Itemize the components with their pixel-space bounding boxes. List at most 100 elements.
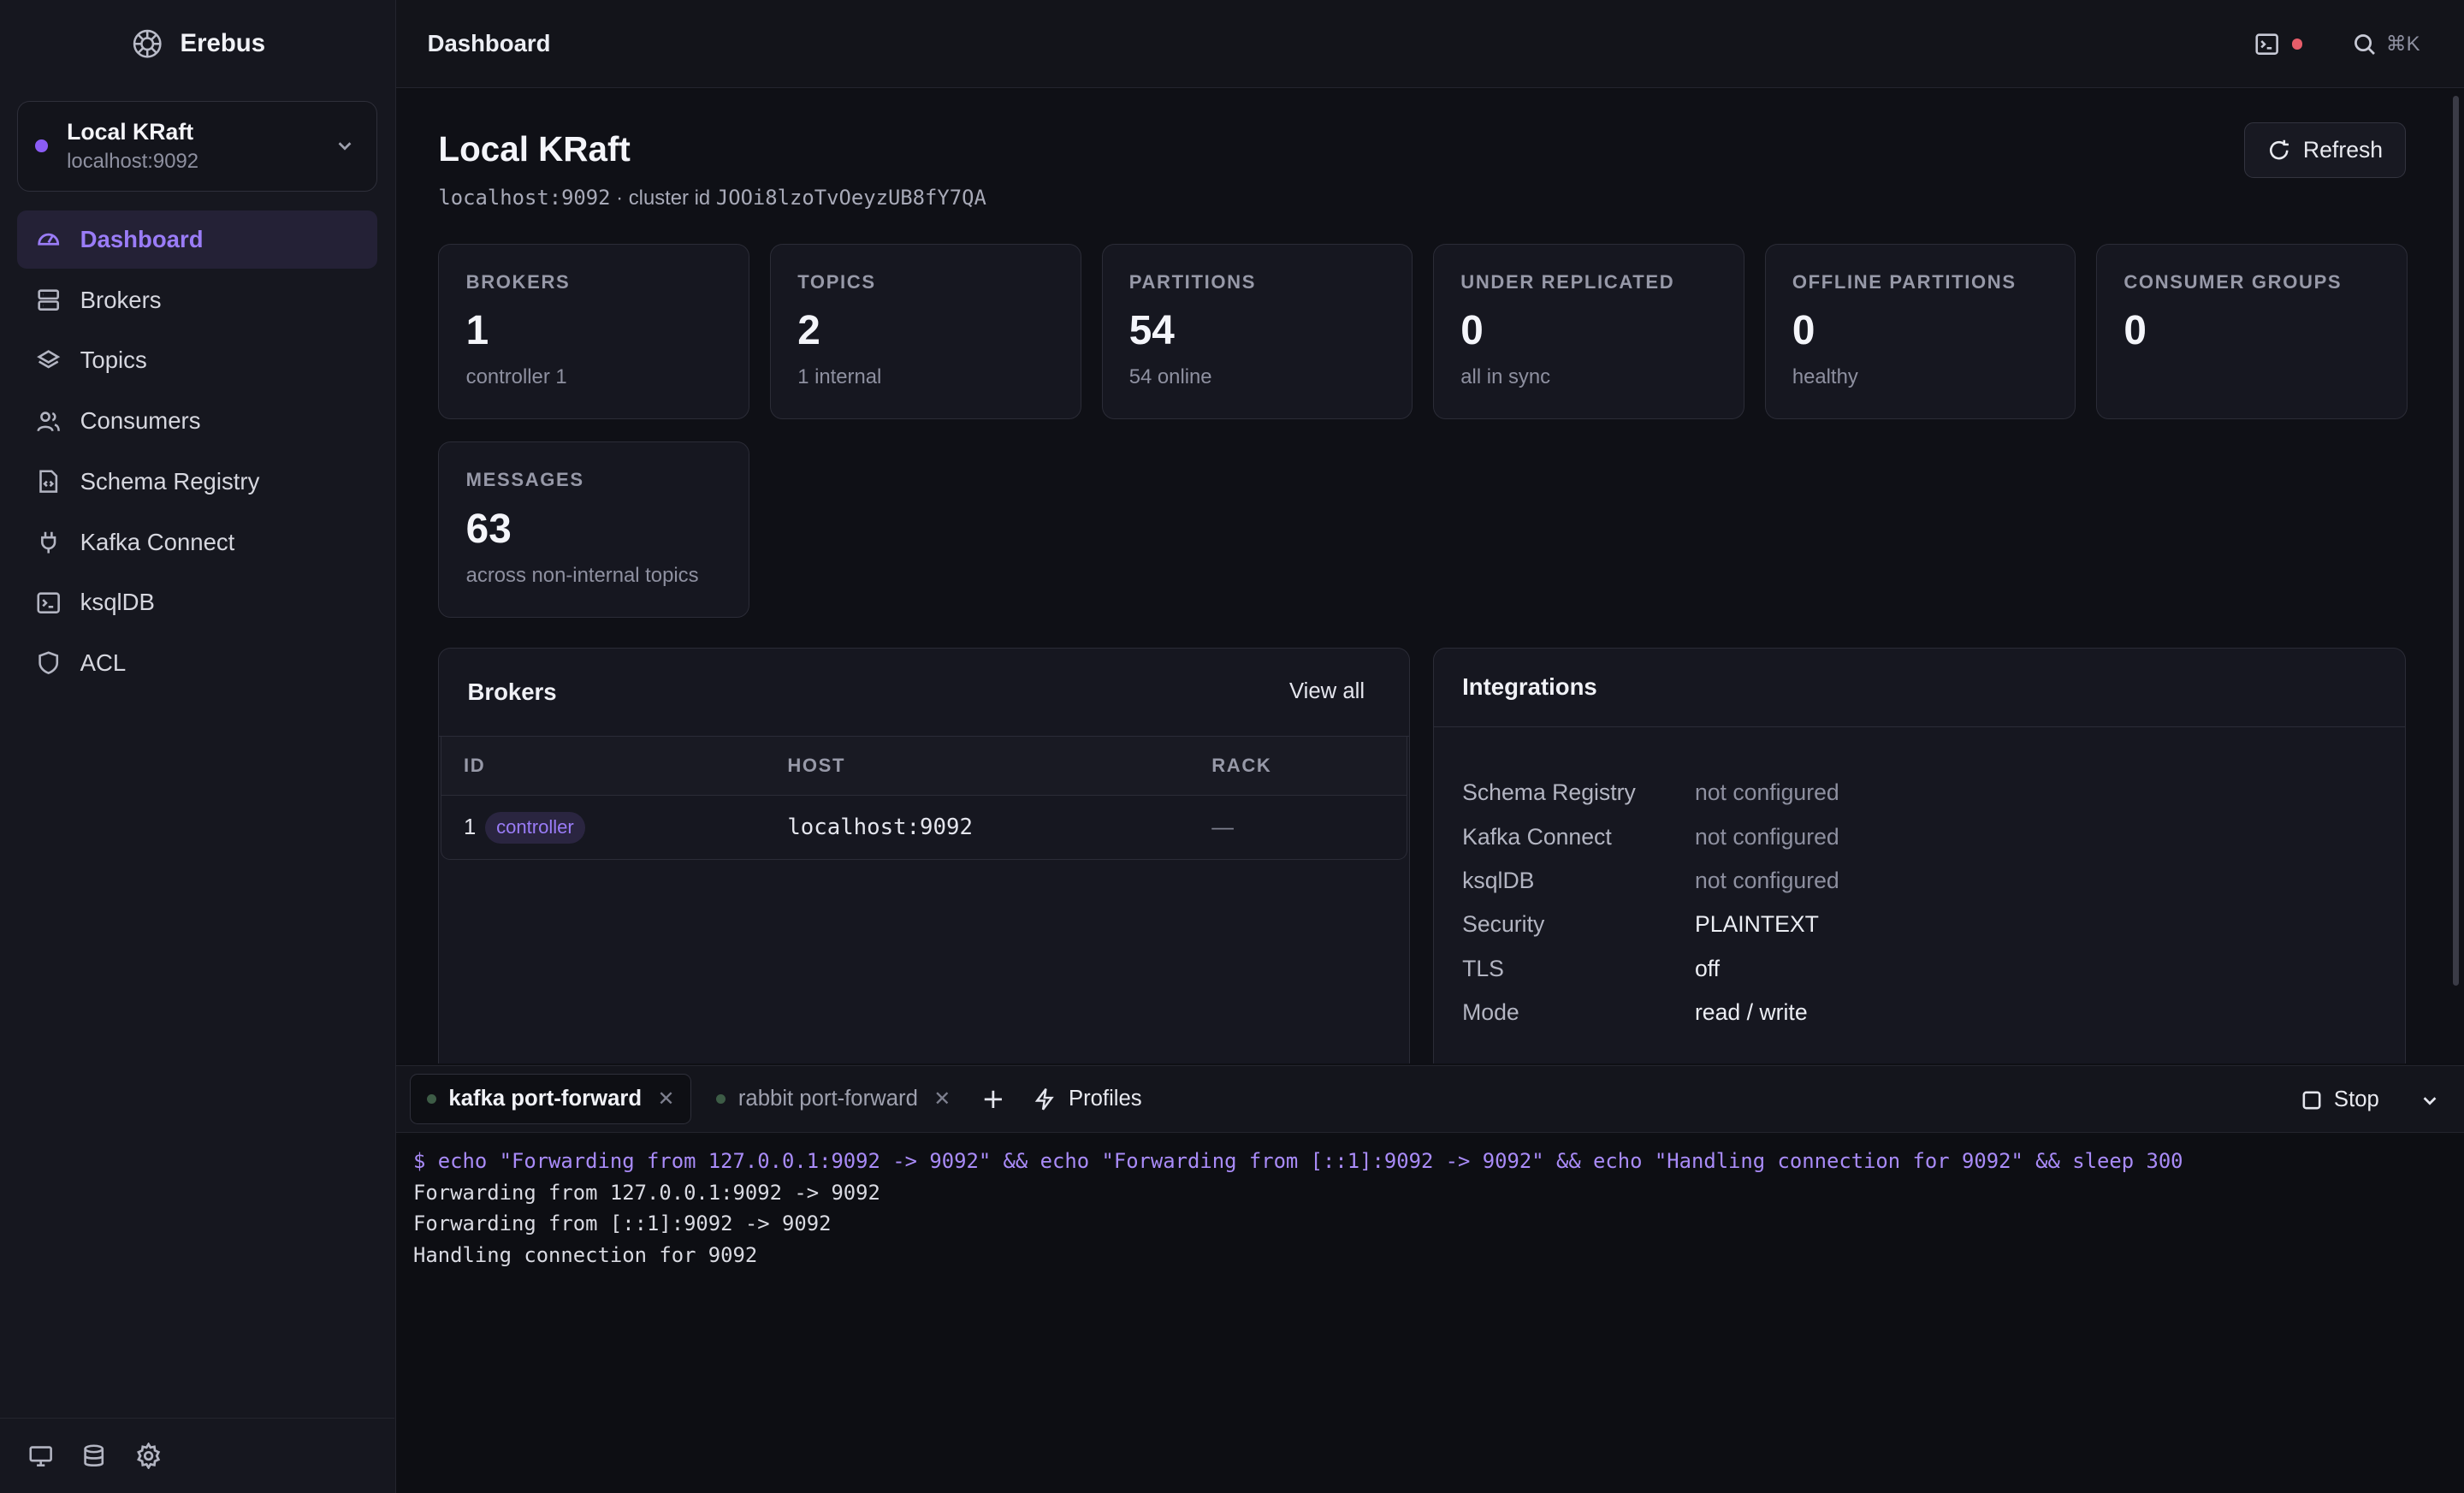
dashboard-main: Local KRaft localhost:9092 · cluster id …	[395, 89, 2464, 1064]
file-code-icon	[36, 469, 61, 494]
cluster-selector[interactable]: Local KRaft localhost:9092	[17, 100, 377, 193]
cluster-id-value: JOOi8lzoTvOeyzUB8fY7QA	[715, 185, 986, 210]
sidebar-item-label: Schema Registry	[80, 467, 260, 495]
terminal-command-line: $ echo "Forwarding from 127.0.0.1:9092 -…	[413, 1148, 2183, 1173]
sidebar-item-label: Topics	[80, 347, 147, 374]
stat-card-brokers[interactable]: BROKERS 1 controller 1	[438, 243, 750, 420]
terminal-activity-dot	[2291, 39, 2303, 50]
stat-sub: healthy	[1792, 365, 1858, 389]
sidebar-item-topics[interactable]: Topics	[17, 332, 377, 390]
sidebar-item-consumers[interactable]: Consumers	[17, 392, 377, 450]
stat-label: TOPICS	[797, 270, 876, 293]
search-shortcut[interactable]: ⌘K	[2386, 32, 2420, 56]
column-header-id[interactable]: ID	[441, 755, 787, 777]
erebus-logo-icon	[130, 27, 164, 61]
database-icon[interactable]	[81, 1443, 106, 1468]
monitor-icon[interactable]	[28, 1443, 53, 1468]
search-icon[interactable]	[2353, 33, 2377, 56]
terminal-tab-rabbit[interactable]: rabbit port-forward ✕	[701, 1074, 967, 1124]
stat-card-offline-partitions[interactable]: OFFLINE PARTITIONS 0 healthy	[1764, 243, 2076, 420]
table-header: ID HOST RACK	[441, 736, 1407, 797]
stat-card-under-replicated[interactable]: UNDER REPLICATED 0 all in sync	[1433, 243, 1744, 420]
integration-key: TLS	[1462, 955, 1504, 981]
stat-card-topics[interactable]: TOPICS 2 1 internal	[769, 243, 1081, 420]
tab-status-dot	[716, 1094, 726, 1105]
sidebar-item-label: ksqlDB	[80, 589, 155, 616]
sidebar-item-kafka-connect[interactable]: Kafka Connect	[17, 513, 377, 572]
sidebar-item-label: Consumers	[80, 407, 201, 435]
terminal-output[interactable]: $ echo "Forwarding from 127.0.0.1:9092 -…	[395, 1135, 2464, 1493]
refresh-button[interactable]: Refresh	[2243, 122, 2406, 178]
sidebar-item-label: Brokers	[80, 286, 162, 313]
stat-card-messages[interactable]: MESSAGES 63 across non-internal topics	[438, 441, 750, 618]
cluster-status-dot	[35, 139, 49, 153]
stat-card-partitions[interactable]: PARTITIONS 54 54 online	[1101, 243, 1413, 420]
integration-value: not configured	[1694, 779, 1839, 806]
column-header-rack[interactable]: RACK	[1211, 755, 1406, 777]
integration-row: ksqlDB not configured	[1462, 859, 2377, 903]
cluster-name: Local KRaft	[67, 118, 194, 145]
brand[interactable]: Erebus	[0, 0, 395, 88]
stop-square-icon	[2302, 1091, 2321, 1110]
integration-value: not configured	[1694, 868, 1839, 893]
column-header-host[interactable]: HOST	[787, 755, 1211, 777]
stat-value: 0	[2123, 308, 2147, 354]
broker-rack: —	[1211, 815, 1234, 839]
integrations-panel-title: Integrations	[1462, 673, 1597, 701]
sidebar-item-brokers[interactable]: Brokers	[17, 271, 377, 329]
topbar-actions: ⌘K	[2254, 0, 2420, 88]
settings-icon[interactable]	[135, 1442, 162, 1469]
stat-card-consumer-groups[interactable]: CONSUMER GROUPS 0	[2096, 243, 2408, 420]
plus-icon[interactable]	[982, 1088, 1004, 1111]
integration-value: PLAINTEXT	[1694, 911, 1819, 938]
chevron-down-icon[interactable]	[2420, 1091, 2439, 1110]
close-icon[interactable]: ✕	[657, 1087, 674, 1111]
stat-sub: across non-internal topics	[465, 563, 699, 587]
integration-key: Schema Registry	[1462, 779, 1636, 806]
broker-id: 1	[463, 815, 477, 839]
stat-value: 0	[1792, 308, 1815, 354]
table-row[interactable]: 1 controller localhost:9092 —	[441, 796, 1406, 858]
stat-label: CONSUMER GROUPS	[2123, 270, 2343, 293]
stop-button[interactable]: Stop	[2334, 1087, 2379, 1112]
sidebar-item-label: Dashboard	[80, 226, 204, 253]
terminal-tab-kafka[interactable]: kafka port-forward ✕	[410, 1074, 691, 1125]
sidebar-item-ksqldb[interactable]: ksqlDB	[17, 573, 377, 631]
dashboard-gauge-icon	[36, 227, 61, 252]
sidebar-nav: Dashboard Brokers Topics Consumers Schem…	[17, 210, 377, 695]
broker-host: localhost:9092	[787, 815, 973, 841]
sidebar-item-label: ACL	[80, 649, 127, 676]
stat-value: 1	[465, 308, 489, 354]
view-all-brokers-link[interactable]: View all	[1289, 679, 1365, 704]
sidebar-item-label: Kafka Connect	[80, 528, 235, 555]
sidebar-item-acl[interactable]: ACL	[17, 634, 377, 692]
cluster-host: localhost:9092	[67, 150, 198, 174]
shield-icon	[36, 650, 61, 675]
bolt-icon	[1033, 1087, 1057, 1111]
main-scrollbar[interactable]	[2453, 96, 2460, 986]
integrations-list: Schema Registry not configured Kafka Conn…	[1434, 727, 2405, 1035]
sidebar-item-dashboard[interactable]: Dashboard	[17, 210, 377, 270]
terminal-toggle-icon[interactable]	[2254, 32, 2279, 56]
cluster-host-text: localhost:9092	[438, 185, 611, 210]
sidebar-item-schema-registry[interactable]: Schema Registry	[17, 453, 377, 511]
integration-value: not configured	[1694, 823, 1839, 850]
stat-label: PARTITIONS	[1128, 270, 1257, 293]
integration-key: Security	[1462, 911, 1545, 938]
page-breadcrumb: Dashboard	[427, 29, 551, 56]
brokers-panel-title: Brokers	[467, 678, 557, 705]
brokers-table: ID HOST RACK 1 controller localhost:9092…	[441, 736, 1407, 860]
stat-value: 2	[797, 308, 820, 354]
terminal-tab-label: rabbit port-forward	[737, 1087, 918, 1111]
page-title: Local KRaft	[438, 128, 631, 169]
integration-row: Mode read / write	[1462, 991, 2377, 1034]
stat-sub: controller 1	[465, 365, 567, 389]
close-icon[interactable]: ✕	[933, 1087, 951, 1111]
stat-value: 63	[465, 506, 512, 552]
profiles-button[interactable]: Profiles	[1016, 1074, 1158, 1124]
refresh-label: Refresh	[2302, 136, 2384, 163]
terminal-tab-label: kafka port-forward	[448, 1087, 643, 1111]
integration-value: off	[1694, 955, 1721, 981]
layers-icon	[36, 348, 61, 373]
terminal-output-line: Handling connection for 9092	[413, 1243, 758, 1268]
